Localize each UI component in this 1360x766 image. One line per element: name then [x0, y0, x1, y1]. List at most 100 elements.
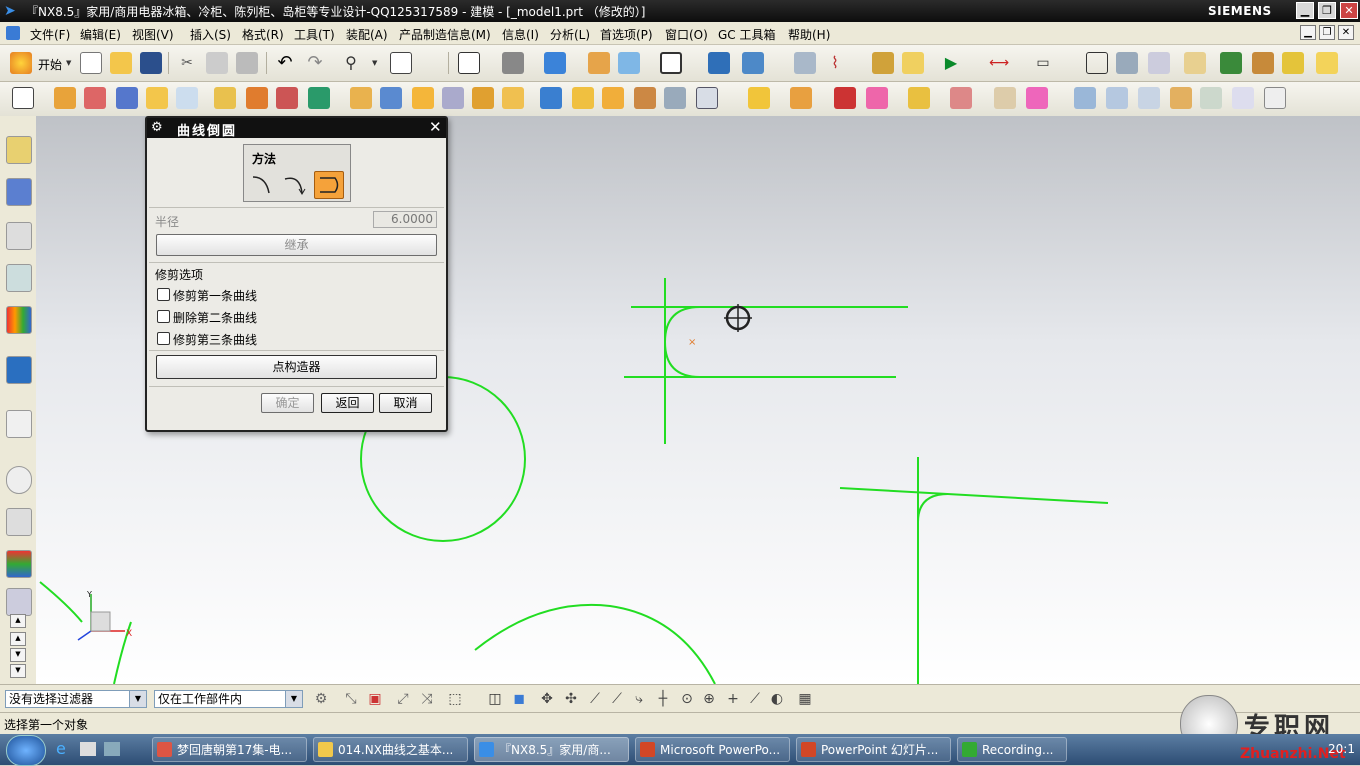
menu-help[interactable]: 帮助(H): [788, 26, 830, 43]
rectangle-select-icon[interactable]: ⬚: [444, 688, 466, 710]
open-folder-icon[interactable]: [110, 52, 132, 74]
view-cube-icon[interactable]: [544, 52, 566, 74]
sew-icon[interactable]: [664, 87, 686, 109]
box-icon[interactable]: ◫: [484, 688, 506, 710]
constraint-navigator-icon[interactable]: [6, 178, 32, 206]
layers-stack-icon[interactable]: [1116, 52, 1138, 74]
shell-icon[interactable]: [472, 87, 494, 109]
history-icon[interactable]: [6, 410, 32, 438]
play-icon[interactable]: ▶: [940, 52, 962, 74]
two-curve-fillet-button[interactable]: [282, 173, 308, 197]
scroll-down-icon[interactable]: ▼: [10, 664, 26, 678]
taskbar-item-folder[interactable]: 014.NX曲线之基本...: [313, 737, 468, 762]
wcs-icon[interactable]: [618, 52, 640, 74]
assembly-navigator-icon[interactable]: [6, 136, 32, 164]
grid-icon[interactable]: [1086, 52, 1108, 74]
save-icon[interactable]: [140, 52, 162, 74]
ok-button[interactable]: 确定: [261, 393, 314, 413]
menu-insert[interactable]: 插入(S): [190, 26, 231, 43]
edge-blend-icon[interactable]: [540, 87, 562, 109]
feature-rule-icon[interactable]: ⤨: [416, 688, 438, 710]
sketch-icon[interactable]: [794, 52, 816, 74]
cut-icon[interactable]: ✂: [176, 52, 198, 74]
start-menu-label[interactable]: 开始: [38, 56, 62, 73]
wrench-icon[interactable]: [1282, 52, 1304, 74]
type-filter-select[interactable]: 没有选择过滤器 ▼: [5, 690, 147, 708]
menu-info[interactable]: 信息(I): [502, 26, 539, 43]
block-icon[interactable]: [116, 87, 138, 109]
draft-icon[interactable]: [502, 87, 524, 109]
simple-fillet-button[interactable]: [250, 173, 276, 197]
clock-icon[interactable]: [6, 466, 32, 494]
dialog-title-bar[interactable]: ⚙ 曲线倒圆 ✕: [147, 118, 446, 139]
snap-icon[interactable]: [872, 52, 894, 74]
pad-icon[interactable]: [246, 87, 268, 109]
revolve-icon[interactable]: [84, 87, 106, 109]
shaded-icon[interactable]: [502, 52, 524, 74]
constrain-face-icon[interactable]: [994, 87, 1016, 109]
add-component-icon[interactable]: [748, 87, 770, 109]
extrude-icon[interactable]: [54, 87, 76, 109]
fit-icon[interactable]: [458, 52, 480, 74]
hd3d-tools-icon[interactable]: [6, 306, 32, 334]
back-button[interactable]: 返回: [321, 393, 374, 413]
select-icon[interactable]: ⚲: [340, 52, 362, 74]
switch-windows-icon[interactable]: [104, 742, 120, 756]
doc-close-button[interactable]: ✕: [1338, 25, 1354, 40]
menu-edit[interactable]: 编辑(E): [80, 26, 121, 43]
trim-first-curve-checkbox[interactable]: [157, 288, 170, 301]
gear-icon[interactable]: ⚙: [151, 120, 163, 135]
tangent-point-icon[interactable]: ⊕: [698, 688, 720, 710]
menu-view[interactable]: 视图(V): [132, 26, 174, 43]
hammer-icon[interactable]: [1252, 52, 1274, 74]
delete-second-curve-label[interactable]: 删除第二条曲线: [173, 309, 257, 326]
n-sided-icon[interactable]: [1232, 87, 1254, 109]
select-all-icon[interactable]: ▣: [364, 688, 386, 710]
circle-center-icon[interactable]: ⊙: [676, 688, 698, 710]
note-icon[interactable]: [1184, 52, 1206, 74]
background-icon[interactable]: [660, 52, 682, 74]
end-point-icon[interactable]: ✥: [536, 688, 558, 710]
scroll-down-small-icon[interactable]: ▼: [10, 648, 26, 662]
hole-icon[interactable]: [146, 87, 168, 109]
reuse-library-icon[interactable]: [6, 264, 32, 292]
mirror-icon[interactable]: [634, 87, 656, 109]
measure-icon[interactable]: [902, 52, 924, 74]
point-constructor-button[interactable]: 点构造器: [156, 355, 437, 379]
download-icon[interactable]: [1220, 52, 1242, 74]
point-on-curve-icon[interactable]: ⟋: [744, 688, 766, 710]
pocket-icon[interactable]: [214, 87, 236, 109]
swept-icon[interactable]: [1138, 87, 1160, 109]
menu-analysis[interactable]: 分析(L): [550, 26, 590, 43]
restore-button[interactable]: ❐: [1318, 2, 1336, 19]
through-curves-icon[interactable]: [1106, 87, 1128, 109]
three-curve-fillet-button[interactable]: [314, 171, 344, 199]
ie-icon[interactable]: e: [56, 740, 74, 758]
chevron-down-icon[interactable]: ▼: [285, 691, 302, 707]
start-dropdown-icon[interactable]: ▼: [66, 52, 72, 74]
ruler-icon[interactable]: ▭: [1032, 52, 1054, 74]
boss-icon[interactable]: [176, 87, 198, 109]
trim-third-curve-label[interactable]: 修剪第三条曲线: [173, 331, 257, 348]
quadrant-icon[interactable]: ┼: [652, 688, 674, 710]
taskbar-item-video[interactable]: 梦回唐朝第17集-电...: [152, 737, 307, 762]
undo-icon[interactable]: ↶: [274, 52, 296, 74]
close-button[interactable]: ✕: [1340, 2, 1358, 19]
arc-center-icon[interactable]: ⤷: [628, 688, 650, 710]
taskbar-item-powerpoint[interactable]: Microsoft PowerPo...: [635, 737, 790, 762]
face-blend-icon[interactable]: [602, 87, 624, 109]
scroll-up-icon[interactable]: ▲: [10, 614, 26, 628]
minimize-button[interactable]: ▁: [1296, 2, 1314, 19]
trim-body-icon[interactable]: [350, 87, 372, 109]
redo-icon[interactable]: ↷: [304, 52, 326, 74]
chamfer-icon[interactable]: [572, 87, 594, 109]
command-finder-icon[interactable]: [390, 52, 412, 74]
mid-point-icon[interactable]: ✣: [560, 688, 582, 710]
nx-app-icon[interactable]: ➤: [4, 3, 20, 19]
radius-field[interactable]: 6.0000: [373, 211, 437, 228]
dimension-icon[interactable]: ⟷: [988, 52, 1010, 74]
menu-file[interactable]: 文件(F): [30, 26, 70, 43]
layer-icon[interactable]: [588, 52, 610, 74]
menu-window[interactable]: 窗口(O): [665, 26, 708, 43]
studio-icon[interactable]: [1170, 87, 1192, 109]
